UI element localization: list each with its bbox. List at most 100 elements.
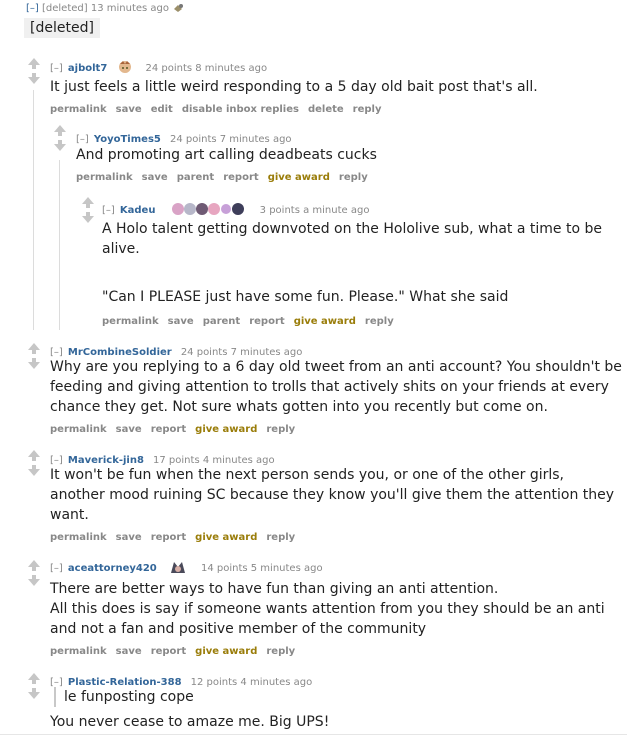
award-icon (174, 4, 184, 12)
vote-arrows (81, 197, 95, 223)
save-button[interactable]: save (116, 646, 142, 657)
reply-button[interactable]: reply (353, 104, 382, 115)
collapse-toggle[interactable]: [–] (50, 563, 63, 574)
comment-line: alive. (102, 241, 140, 257)
comment-line: And promoting art calling deadbeats cuck… (76, 147, 377, 163)
score-and-time: 12 points 4 minutes ago (190, 677, 313, 688)
report-button[interactable]: report (151, 532, 186, 543)
upvote-icon[interactable] (28, 450, 40, 457)
disable-inbox-replies-button[interactable]: disable inbox replies (182, 104, 299, 115)
user-flair-icon (119, 60, 132, 73)
vote-arrows (27, 343, 41, 369)
comment-buttons: permalink save edit disable inbox replies de… (50, 104, 391, 115)
deleted-body: [deleted] (24, 18, 100, 38)
comment-buttons: permalink save report give award reply (50, 424, 304, 435)
upvote-icon[interactable] (28, 343, 40, 350)
comment-buttons: permalink save report give award reply (50, 646, 304, 657)
comment-body: A Holo talent getting downvoted on the H… (102, 219, 622, 307)
downvote-icon[interactable] (54, 144, 66, 151)
collapse-toggle[interactable]: [–] (102, 205, 115, 216)
permalink-button[interactable]: permalink (50, 646, 107, 657)
reply-button[interactable]: reply (266, 424, 295, 435)
comment-buttons: permalink save parent report give award reply (76, 172, 377, 183)
report-button[interactable]: report (151, 424, 186, 435)
score-and-time: 24 points 8 minutes ago (145, 63, 268, 74)
score-and-time: 24 points 7 minutes ago (169, 134, 292, 145)
comment-line: All this does is say if someone wants at… (50, 601, 605, 617)
save-button[interactable]: save (116, 104, 142, 115)
username[interactable]: Kadeu (120, 205, 156, 216)
comment-body: And promoting art calling deadbeats cuck… (76, 145, 377, 165)
reply-button[interactable]: reply (266, 646, 295, 657)
give-award-button[interactable]: give award (195, 424, 257, 435)
comment-line: feeding and giving attention to trolls t… (50, 379, 609, 395)
comment-body: You never cease to amaze me. Big UPS! (50, 712, 329, 732)
vote-arrows (53, 125, 67, 151)
parent-button[interactable]: parent (203, 316, 241, 327)
give-award-button[interactable]: give award (268, 172, 330, 183)
save-button[interactable]: save (168, 316, 194, 327)
thread-line[interactable] (33, 90, 34, 330)
give-award-button[interactable]: give award (195, 532, 257, 543)
comment-line: want. (50, 507, 89, 523)
give-award-button[interactable]: give award (294, 316, 356, 327)
quote-bar (54, 687, 56, 707)
parent-button[interactable]: parent (177, 172, 215, 183)
delete-button[interactable]: delete (308, 104, 344, 115)
blockquote: le funposting cope (64, 689, 194, 705)
permalink-button[interactable]: permalink (102, 316, 159, 327)
upvote-icon[interactable] (28, 58, 40, 65)
collapse-toggle[interactable]: [–] (76, 134, 89, 145)
vote-arrows (27, 560, 41, 586)
downvote-icon[interactable] (28, 77, 40, 84)
reply-button[interactable]: reply (365, 316, 394, 327)
comment-body: Why are you replying to a 6 day old twee… (50, 357, 625, 417)
thread-line[interactable] (59, 160, 60, 330)
username[interactable]: ajbolt7 (68, 63, 107, 74)
score-and-time: 3 points a minute ago (259, 205, 370, 216)
downvote-icon[interactable] (28, 469, 40, 476)
collapse-toggle[interactable]: [–] (50, 677, 63, 688)
user-flair-icons (171, 202, 244, 215)
comment-buttons: permalink save report give award reply (50, 532, 304, 543)
downvote-icon[interactable] (28, 692, 40, 699)
downvote-icon[interactable] (28, 579, 40, 586)
collapse-toggle[interactable]: [–] (26, 3, 39, 14)
comment-line: You never cease to amaze me. Big UPS! (50, 714, 330, 730)
reply-button[interactable]: reply (339, 172, 368, 183)
comment-time: 13 minutes ago (90, 3, 169, 14)
comment-tagline: [–] YoyoTimes5 24 points 7 minutes ago (76, 127, 292, 146)
comment-line: and not a fan and positive member of the… (50, 621, 427, 637)
upvote-icon[interactable] (54, 125, 66, 132)
report-button[interactable]: report (249, 316, 284, 327)
comment-body: There are better ways to have fun than g… (50, 579, 625, 639)
report-button[interactable]: report (223, 172, 258, 183)
upvote-icon[interactable] (28, 560, 40, 567)
permalink-button[interactable]: permalink (50, 532, 107, 543)
vote-arrows (27, 58, 41, 84)
upvote-icon[interactable] (28, 673, 40, 680)
comment-body: It just feels a little weird responding … (50, 77, 538, 97)
downvote-icon[interactable] (28, 362, 40, 369)
comment-line: chance they get. Not sure whats gotten i… (50, 399, 548, 415)
comment-line: "Can I PLEASE just have some fun. Please… (102, 289, 509, 305)
username[interactable]: YoyoTimes5 (94, 134, 161, 145)
comment-tagline: [–] ajbolt7 24 points 8 minutes ago (50, 56, 267, 75)
save-button[interactable]: save (116, 532, 142, 543)
report-button[interactable]: report (151, 646, 186, 657)
downvote-icon[interactable] (82, 216, 94, 223)
comment-body: It won't be fun when the next person sen… (50, 465, 625, 525)
permalink-button[interactable]: permalink (50, 104, 107, 115)
give-award-button[interactable]: give award (195, 646, 257, 657)
username[interactable]: aceattorney420 (68, 563, 157, 574)
upvote-icon[interactable] (82, 197, 94, 204)
permalink-button[interactable]: permalink (76, 172, 133, 183)
permalink-button[interactable]: permalink (50, 424, 107, 435)
reply-button[interactable]: reply (266, 532, 295, 543)
edit-button[interactable]: edit (151, 104, 173, 115)
save-button[interactable]: save (116, 424, 142, 435)
top-comment-tagline: [–] [deleted] 13 minutes ago (26, 3, 184, 14)
comment-line: It just feels a little weird responding … (50, 79, 538, 95)
save-button[interactable]: save (142, 172, 168, 183)
collapse-toggle[interactable]: [–] (50, 63, 63, 74)
